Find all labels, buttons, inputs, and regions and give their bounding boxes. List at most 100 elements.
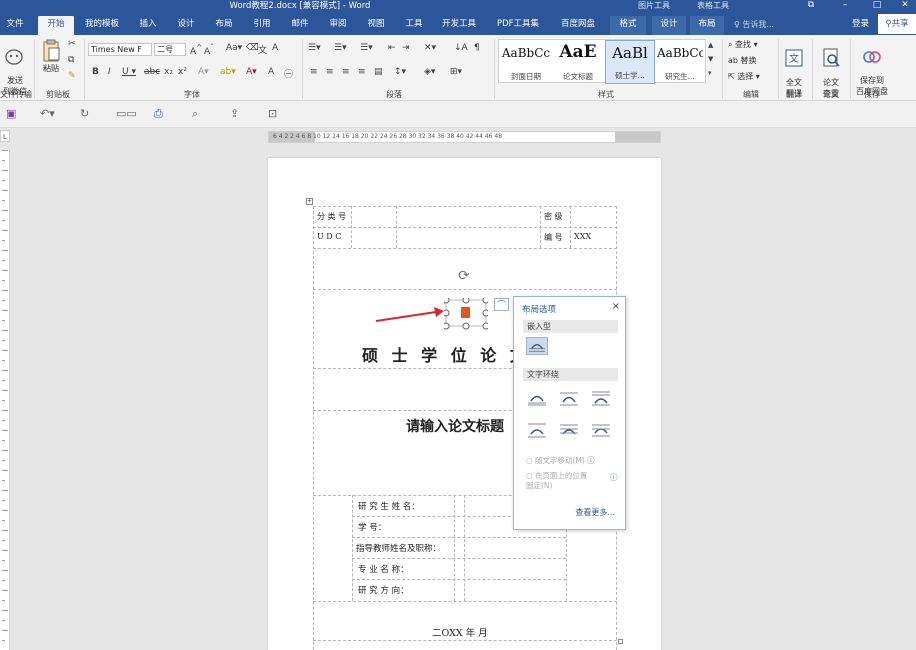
select-button[interactable]: ⇱ 选择 ▾ [728,71,760,82]
find-button[interactable]: ⌕ 查找 ▾ [728,39,758,50]
align-right-icon[interactable]: ≡ [342,67,350,77]
tab-view[interactable]: 视图 [360,16,392,35]
vertical-ruler[interactable] [0,150,10,650]
table-move-handle[interactable]: + [306,198,313,205]
bullets-icon[interactable]: ☰▾ [308,43,321,53]
clear-format-icon[interactable]: ⌫ [246,43,259,53]
customize-qat-icon[interactable]: ⊡ [268,107,277,120]
undo-icon[interactable]: ↶▾ [40,107,55,120]
wrap-inline-icon[interactable] [526,337,548,355]
superscript-icon[interactable]: x² [178,67,187,77]
char-border-icon[interactable]: A [272,43,278,53]
selected-image[interactable] [442,296,490,330]
styles-scroll-up-icon[interactable]: ▲ [708,41,713,49]
phonetic-guide-icon[interactable]: 文 [258,43,267,56]
highlight-icon[interactable]: ab▾ [220,67,236,77]
style-graduate[interactable]: AaBbCc 研究生... [657,40,703,84]
wrap-tight-icon[interactable] [558,389,580,407]
chinese-layout-icon[interactable]: ✕▾ [424,43,436,53]
style-master-degree[interactable]: AaBl 硕士学... [605,40,655,84]
font-size-combo[interactable]: 二号 [154,43,186,56]
enclose-char-icon[interactable]: ㊀ [284,67,293,80]
tab-picture-format[interactable]: 格式 [610,16,646,35]
shrink-font-icon[interactable]: Aˇ [204,43,214,57]
tell-me-search[interactable]: ♀ 告诉我... [734,17,834,32]
underline-icon[interactable]: U ▾ [122,67,136,77]
wrap-behind-text-icon[interactable] [558,421,580,439]
tab-baidu-netdisk[interactable]: 百度网盘 [552,16,604,35]
read-mode-icon[interactable]: ▭▭ [116,107,137,120]
export-icon[interactable]: ⇪ [230,107,239,120]
distribute-icon[interactable]: ▤ [374,67,383,77]
horizontal-ruler[interactable]: 6 4 2 2 4 6 8 10 12 14 16 18 20 22 24 26… [268,131,661,143]
minimize-button[interactable]: – [834,0,856,11]
see-more-link[interactable]: 查看更多... [575,507,615,518]
rotate-handle-icon[interactable]: ⟳ [458,268,470,284]
tab-home[interactable]: 开始 [38,16,74,35]
show-marks-icon[interactable]: ¶ [474,43,480,53]
strikethrough-icon[interactable]: abc [144,67,160,77]
tab-table-design[interactable]: 设计 [652,16,686,35]
decrease-indent-icon[interactable]: ⇤ [388,43,396,53]
line-spacing-icon[interactable]: ↕▾ [394,67,406,77]
tab-tools[interactable]: 工具 [398,16,430,35]
tab-insert[interactable]: 插入 [132,16,164,35]
styles-more-icon[interactable]: ▾ [708,69,712,77]
increase-indent-icon[interactable]: ⇥ [402,43,410,53]
font-color-icon[interactable]: A▾ [246,67,257,77]
align-left-icon[interactable]: ≡ [310,67,318,77]
multilevel-list-icon[interactable]: ☰▾ [360,43,373,53]
font-name-combo[interactable]: Times New F [88,43,152,56]
replace-button[interactable]: ab 替换 [728,55,757,66]
wrap-through-icon[interactable] [590,389,612,407]
change-case-icon[interactable]: Aa▾ [226,43,242,53]
grow-font-icon[interactable]: A^ [190,43,202,57]
style-cover-date[interactable]: AaBbCc 封面日期 [501,40,551,84]
wrap-square-icon[interactable] [526,389,548,407]
share-button[interactable]: ⚲共享 [878,14,916,34]
bold-icon[interactable]: B [92,67,99,77]
paste-button[interactable]: 粘贴 [38,39,64,74]
borders-icon[interactable]: ⊞▾ [450,67,462,77]
align-center-icon[interactable]: ≡ [326,67,334,77]
text-effects-icon[interactable]: A▾ [198,67,209,77]
numbering-icon[interactable]: ☰▾ [334,43,347,53]
popup-close-button[interactable]: × [612,301,620,312]
char-shading-icon[interactable]: A [268,67,274,77]
style-thesis-title[interactable]: AaE 论文标题 [553,40,603,84]
cut-icon[interactable]: ✂ [68,39,76,49]
fix-position-option[interactable]: ○ 在页面上的位置 固定(N) [526,471,587,491]
tab-pdf-tools[interactable]: PDF工具集 [490,16,546,35]
page-preview-icon[interactable]: ⌕ [192,107,198,121]
shading-icon[interactable]: ◈▾ [424,67,435,77]
tab-table-layout[interactable]: 布局 [690,16,724,35]
justify-icon[interactable]: ≡ [358,67,366,77]
tab-my-templates[interactable]: 我的模板 [80,16,124,35]
close-button[interactable]: ✕ [894,0,916,11]
save-icon[interactable]: ▣ [6,107,16,120]
tab-developer[interactable]: 开发工具 [436,16,482,35]
maximize-button[interactable]: □ [866,0,888,11]
tab-file[interactable]: 文件 [0,16,30,35]
tab-selector[interactable]: L [0,130,10,142]
redo-icon[interactable]: ↻ [80,107,89,120]
sort-icon[interactable]: ↓A [454,43,468,53]
tab-mailings[interactable]: 邮件 [284,16,316,35]
login-button[interactable]: 登录 [852,17,869,32]
table-resize-handle[interactable] [618,639,623,644]
italic-icon[interactable]: I [108,67,111,77]
print-preview-icon[interactable]: ⎙ [154,107,163,121]
subscript-icon[interactable]: x₂ [164,67,173,77]
wrap-in-front-icon[interactable] [590,421,612,439]
styles-scroll-down-icon[interactable]: ▼ [708,55,713,63]
tab-design[interactable]: 设计 [170,16,202,35]
restore-ribbon-button[interactable]: ⧉ [800,0,822,11]
wrap-top-bottom-icon[interactable] [526,421,548,439]
move-with-text-option[interactable]: ○ 随文字移动(M) ⓘ [526,455,595,466]
tab-references[interactable]: 引用 [246,16,278,35]
tab-layout[interactable]: 布局 [208,16,240,35]
format-painter-icon[interactable]: ✎ [68,71,76,81]
tab-review[interactable]: 审阅 [322,16,354,35]
layout-options-button[interactable]: ⌒ [494,298,509,311]
copy-icon[interactable]: ⧉ [68,55,74,65]
